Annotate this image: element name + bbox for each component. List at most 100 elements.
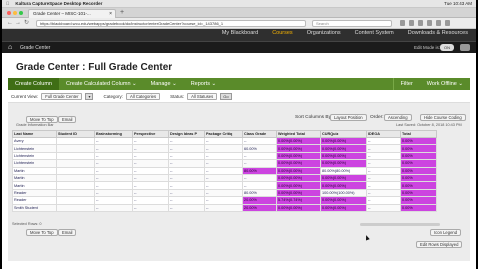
manage-menu[interactable]: Manage ⌄ [144,78,184,90]
student-name-cell[interactable]: Martin [12,166,57,175]
grade-cell[interactable] [56,144,95,153]
grade-cell[interactable]: -- [366,136,401,146]
grade-cell[interactable]: -- [168,144,205,153]
grade-cell[interactable]: -- [94,181,133,190]
home-icon[interactable] [418,20,423,26]
grade-cell[interactable]: -- [132,188,169,198]
grade-cell[interactable]: -- [204,173,243,183]
move-to-top-button-bottom[interactable]: Move To Top [26,229,58,236]
table-row[interactable]: Martin -- -- -- -- 80.00% 0.00%(0.00%) 80.00%(8… [12,166,437,175]
go-button[interactable]: Go [220,92,232,100]
grade-cell[interactable]: 20.00% [242,196,277,205]
grade-cell[interactable]: -- [366,159,401,168]
grade-cell[interactable]: -- [132,159,169,168]
grade-cell[interactable]: 0.00% [400,203,437,212]
grade-cell[interactable]: 0.00% [400,144,437,153]
column-header[interactable]: Design Ideas P [168,130,205,138]
grade-cell[interactable]: -- [204,181,243,190]
email-button[interactable]: Email [58,116,77,123]
table-row[interactable]: Martin -- -- -- -- -- 0.00%(0.00%) 0.00%(0.00%)… [12,181,437,190]
grade-cell[interactable]: -- [366,181,401,190]
grade-cell[interactable]: -- [132,151,169,161]
grade-cell[interactable]: -- [366,203,401,212]
grade-cell[interactable]: -- [242,159,277,168]
column-header[interactable]: Total [400,130,437,138]
table-row[interactable]: Reader -- -- -- -- 20.00% 5.74%(0.74%) 0.00%(0.… [12,196,437,205]
grade-cell[interactable]: 0.00%(0.00%) [320,159,367,168]
nav-tab-downloads-resources[interactable]: Downloads & Resources [408,29,468,37]
grade-cell[interactable]: -- [168,151,205,161]
reports-menu[interactable]: Reports ⌄ [184,78,223,90]
filter-button[interactable]: Filter [392,78,420,90]
student-name-cell[interactable]: Reader [12,196,57,205]
grade-cell[interactable]: 0.00% [400,136,437,146]
student-name-cell[interactable]: Avery [12,136,57,146]
edit-rows-displayed-button[interactable]: Edit Rows Displayed [416,241,463,248]
close-tab-icon[interactable]: × [109,10,112,18]
grade-cell[interactable]: 0.00% [400,196,437,205]
grade-cell[interactable]: 0.00%(0.00%) [320,181,367,190]
grade-cell[interactable]: -- [94,151,133,161]
email-button-bottom[interactable]: Email [58,229,77,236]
grade-cell[interactable]: -- [94,188,133,198]
grade-cell[interactable]: 100.00%(100.00%) [320,188,367,198]
help-icon[interactable] [460,44,470,51]
icon-legend-button[interactable]: Icon Legend [430,229,462,236]
nav-tab-courses[interactable]: Courses [272,29,292,37]
student-name-cell[interactable]: Lichtenstein [12,144,57,153]
grade-cell[interactable]: 5.74%(0.74%) [276,196,321,205]
grade-cell[interactable]: -- [204,144,243,153]
table-row[interactable]: Smith Student -- -- -- -- 20.00% 0.00%(0.00%) 0… [12,203,437,212]
grade-cell[interactable]: 0.00%(0.00%) [320,151,367,161]
reload-icon[interactable]: ↻ [24,20,29,27]
horizontal-scrollbar[interactable] [360,223,440,226]
grade-cell[interactable]: -- [168,136,205,146]
apple-icon[interactable]:  [6,1,9,6]
grade-cell[interactable]: -- [168,173,205,183]
nav-tab-content-system[interactable]: Content System [355,29,394,37]
table-row[interactable]: Martin -- -- -- -- -- 0.00%(0.00%) 0.00%(0.00%)… [12,173,437,183]
grade-cell[interactable]: -- [204,166,243,175]
order-select[interactable]: Ascending [384,114,412,121]
column-header[interactable]: Student ID [56,130,95,138]
grade-cell[interactable] [56,136,95,146]
column-header[interactable]: Last Name [12,130,57,138]
grade-cell[interactable]: -- [242,181,277,190]
new-tab-icon[interactable]: + [120,9,124,17]
mac-app-name[interactable]: Kaltura CaptureSpace Desktop Recorder [15,1,102,6]
grade-cell[interactable] [56,181,95,190]
grade-cell[interactable]: 0.00%(0.00%) [276,166,321,175]
move-to-top-button[interactable]: Move To Top [26,116,58,123]
grade-cell[interactable]: -- [366,188,401,198]
nav-tab-my-blackboard[interactable]: My Blackboard [222,29,258,37]
grade-cell[interactable]: 0.00%(0.00%) [276,144,321,153]
bookmark-icon[interactable] [400,20,405,26]
sort-columns-select[interactable]: Layout Position [330,114,367,121]
student-name-cell[interactable]: Martin [12,173,57,183]
grade-cell[interactable]: 0.00% [400,173,437,183]
status-select[interactable]: All Statuses [187,92,218,100]
grade-cell[interactable]: -- [132,203,169,212]
grade-cell[interactable]: -- [366,166,401,175]
grade-cell[interactable]: -- [168,159,205,168]
extension-icon[interactable] [436,20,441,26]
current-view-select[interactable]: Full Grade Center [41,92,83,100]
close-window-icon[interactable] [7,11,11,15]
browser-search-field[interactable]: Search [312,20,392,27]
grade-cell[interactable]: -- [204,136,243,146]
grade-cell[interactable]: -- [366,173,401,183]
grade-cell[interactable]: -- [204,159,243,168]
pocket-icon[interactable] [427,20,432,26]
grade-cell[interactable]: 0.00%(0.00%) [276,188,321,198]
grade-cell[interactable]: 0.00% [400,181,437,190]
grade-cell[interactable]: -- [94,173,133,183]
grade-cell[interactable]: -- [94,159,133,168]
grade-cell[interactable]: -- [242,136,277,146]
browser-tab-grade-center[interactable]: Grade Center – MISC-101-... × [28,9,116,18]
grade-cell[interactable]: 0.00%(0.00%) [320,136,367,146]
menu-icon[interactable] [445,20,450,26]
grade-cell[interactable]: -- [132,136,169,146]
table-row[interactable]: Avery -- -- -- -- -- 0.00%(0.00%) 0.00%(0.00%) -… [12,136,437,146]
grade-cell[interactable] [56,159,95,168]
grade-cell[interactable]: -- [132,166,169,175]
